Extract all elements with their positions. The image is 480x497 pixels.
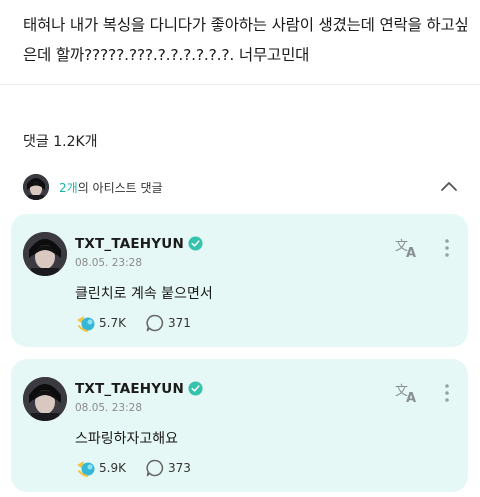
author-name[interactable]: TXT_TAEHYUN <box>75 381 184 397</box>
translate-icon[interactable]: 文 A <box>394 381 420 406</box>
artist-comment-card: TXT_TAEHYUN 08.05. 23:28 스파링하자고해요 文 A 5.… <box>11 359 468 492</box>
avatar[interactable] <box>23 232 67 276</box>
artist-comment-card: TXT_TAEHYUN 08.05. 23:28 클린치로 계속 붙으면서 文 … <box>11 214 468 347</box>
reply-count: 373 <box>168 461 191 475</box>
artist-comments-count: 2개 <box>59 181 78 195</box>
comment-text: 스파링하자고해요 <box>75 431 179 447</box>
verified-badge-icon <box>188 236 203 251</box>
more-options-icon[interactable] <box>443 237 451 259</box>
comment-actions: 5.7K 371 <box>75 311 275 335</box>
reply-bubble-icon[interactable] <box>145 458 165 478</box>
chevron-up-icon[interactable] <box>437 175 461 199</box>
artist-comments-text: 의 아티스트 댓글 <box>77 181 163 195</box>
comment-timestamp: 08.05. 23:28 <box>75 402 142 414</box>
section-divider <box>0 84 480 85</box>
artist-comments-label: 2개의 아티스트 댓글 <box>59 179 163 196</box>
post-text: 태혀나 내가 복싱을 다니다가 좋아하는 사람이 생겼는데 연락을 하고싶은데 … <box>23 16 469 64</box>
author-name[interactable]: TXT_TAEHYUN <box>75 236 184 252</box>
comment-timestamp: 08.05. 23:28 <box>75 257 142 269</box>
comment-actions: 5.9K 373 <box>75 456 275 480</box>
artist-comments-row[interactable]: 2개의 아티스트 댓글 <box>23 173 463 201</box>
like-reaction-icon[interactable] <box>75 457 97 479</box>
svg-text:A: A <box>406 246 416 260</box>
like-reaction-icon[interactable] <box>75 312 97 334</box>
comment-text: 클린치로 계속 붙으면서 <box>75 286 213 302</box>
comment-author[interactable]: TXT_TAEHYUN <box>75 236 203 252</box>
svg-text:A: A <box>406 391 416 405</box>
verified-badge-icon <box>188 381 203 396</box>
artist-avatar <box>23 174 49 200</box>
comments-count-heading: 댓글 1.2K개 <box>23 134 98 150</box>
translate-icon[interactable]: 文 A <box>394 236 420 261</box>
reply-bubble-icon[interactable] <box>145 313 165 333</box>
comment-author[interactable]: TXT_TAEHYUN <box>75 381 203 397</box>
like-count: 5.9K <box>99 461 126 475</box>
more-options-icon[interactable] <box>443 382 451 404</box>
avatar[interactable] <box>23 377 67 421</box>
like-count: 5.7K <box>99 316 126 330</box>
reply-count: 371 <box>168 316 191 330</box>
